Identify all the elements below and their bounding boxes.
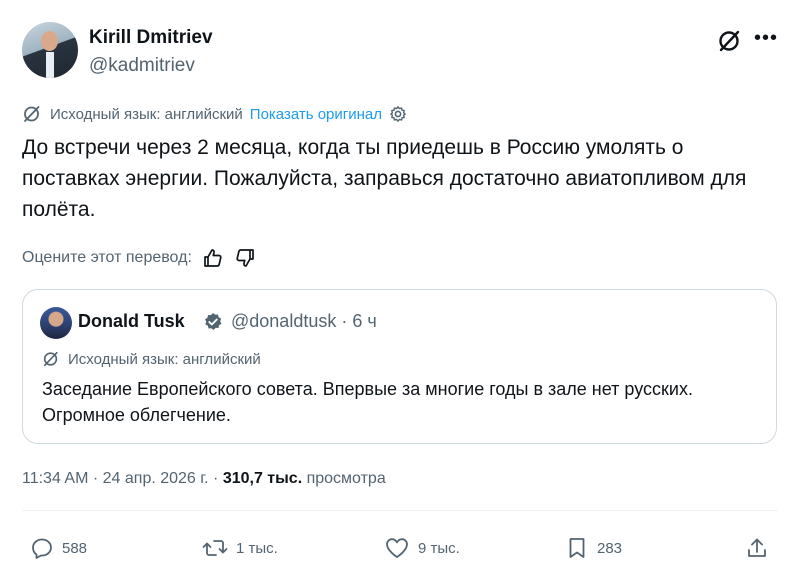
tweet-text: До встречи через 2 месяца, когда ты прие… xyxy=(22,136,747,221)
show-original-link[interactable]: Показать оригинал xyxy=(250,106,382,123)
quoted-author-name: Donald Tusk xyxy=(78,311,185,331)
views-label: просмотра xyxy=(302,470,386,487)
more-icon[interactable]: ••• xyxy=(752,27,780,55)
translate-icon xyxy=(24,106,40,122)
gear-icon[interactable] xyxy=(389,105,415,123)
thumbs-up-icon[interactable] xyxy=(202,247,224,269)
repost-button[interactable]: 1 тыс. xyxy=(202,530,278,566)
quoted-translation-bar: Исходный язык: английский xyxy=(42,350,261,368)
views-count: 310,7 тыс. xyxy=(222,470,303,487)
reply-icon xyxy=(32,538,52,559)
like-button[interactable]: 9 тыс. xyxy=(384,530,460,566)
share-button[interactable] xyxy=(745,530,777,566)
repost-icon xyxy=(202,540,228,556)
quoted-tweet-text: Заседание Европейского совета. Впервые з… xyxy=(42,379,693,425)
bookmark-count: 283 xyxy=(597,539,623,557)
rate-translation-label: Оцените этот перевод: xyxy=(22,249,192,266)
tweet-meta: 11:34 AM · 24 апр. 2026 г. · 310,7 тыс. … xyxy=(22,470,386,488)
action-bar: 588 1 тыс. 9 тыс. 283 xyxy=(22,530,782,566)
rate-translation: Оцените этот перевод: xyxy=(22,246,256,270)
quoted-tweet[interactable]: Donald Tusk @donaldtusk · 6 ч Исходный я… xyxy=(22,289,777,444)
author-avatar[interactable] xyxy=(22,22,78,78)
quoted-handle-time: @donaldtusk · 6 ч xyxy=(231,311,377,331)
grok-icon[interactable] xyxy=(716,27,744,55)
like-icon xyxy=(386,538,408,558)
translation-bar: Исходный язык: английский Показать ориги… xyxy=(22,104,415,124)
reply-button[interactable]: 588 xyxy=(30,530,87,566)
bookmark-icon xyxy=(569,538,585,558)
quoted-author-avatar xyxy=(40,307,72,339)
author-name[interactable]: Kirill Dmitriev xyxy=(89,27,213,49)
translate-icon xyxy=(43,351,58,367)
like-count: 9 тыс. xyxy=(418,539,460,557)
quoted-source-language-label: Исходный язык: английский xyxy=(68,350,261,368)
divider xyxy=(22,510,778,511)
reply-count: 588 xyxy=(62,539,88,557)
tweet-timestamp[interactable]: 11:34 AM · 24 апр. 2026 г. · xyxy=(22,470,223,487)
thumbs-down-icon[interactable] xyxy=(234,247,256,269)
share-icon xyxy=(748,538,766,557)
repost-count: 1 тыс. xyxy=(236,539,278,557)
author-handle[interactable]: @kadmitriev xyxy=(89,55,195,77)
verified-badge-icon xyxy=(203,312,223,332)
avatar-shirt xyxy=(46,52,54,78)
bookmark-button[interactable]: 283 xyxy=(565,530,622,566)
avatar-face xyxy=(41,31,58,51)
source-language-label: Исходный язык: английский xyxy=(50,105,243,123)
tweet-header: Kirill Dmitriev @kadmitriev ••• xyxy=(22,18,782,82)
